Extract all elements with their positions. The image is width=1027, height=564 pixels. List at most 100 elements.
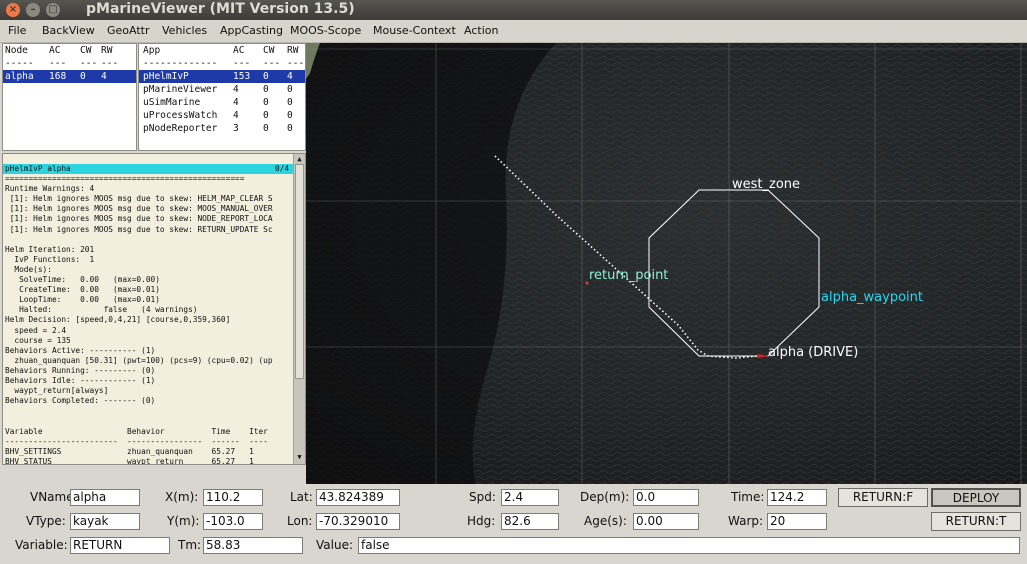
table-cell: 153 bbox=[233, 71, 251, 82]
report-line: Helm Iteration: 201 bbox=[5, 244, 95, 254]
scroll-thumb[interactable] bbox=[295, 164, 304, 379]
table-cell: 4 bbox=[233, 84, 239, 95]
menu-mouse-context[interactable]: Mouse-Context bbox=[373, 24, 456, 37]
node-row-alpha[interactable]: alpha 168 0 4 bbox=[3, 70, 136, 83]
menu-action[interactable]: Action bbox=[464, 24, 498, 37]
deploy-button[interactable]: DEPLOY bbox=[931, 488, 1021, 507]
app-table-header: App AC CW RW bbox=[139, 44, 305, 57]
table-cell: 4 bbox=[233, 110, 239, 121]
node-table-divider: ----- --- --- --- bbox=[3, 57, 136, 70]
app-row-usimmarine[interactable]: uSimMarine 4 0 0 bbox=[139, 96, 305, 109]
divider-text: ----- bbox=[5, 58, 34, 69]
report-header-count: 0/4 bbox=[275, 164, 290, 173]
report-scrollbar[interactable]: ▲ ▼ bbox=[293, 154, 305, 464]
report-line: [1]: Helm ignores MOOS msg due to skew: … bbox=[5, 214, 273, 224]
age-field[interactable]: 0.00 bbox=[633, 513, 699, 530]
report-line: LoopTime: 0.00 (max=0.01) bbox=[5, 295, 160, 305]
y-label: Y(m): bbox=[167, 514, 200, 528]
menu-moos-scope[interactable]: MOOS-Scope bbox=[290, 24, 361, 37]
table-cell: pMarineViewer bbox=[143, 84, 218, 95]
divider-text: --- bbox=[233, 58, 251, 69]
report-line: zhuan_quanquan [50.31] (pwt=100) (pcs=9)… bbox=[5, 355, 273, 365]
report-line: ------------------------ ---------------… bbox=[5, 436, 268, 446]
table-cell: 0 bbox=[263, 84, 269, 95]
hdg-field[interactable]: 82.6 bbox=[501, 513, 559, 530]
app-row-pnodereporter[interactable]: pNodeReporter 3 0 0 bbox=[139, 122, 305, 135]
return-t-button[interactable]: RETURN:T bbox=[931, 512, 1021, 531]
column-header: CW bbox=[80, 45, 92, 56]
lon-label: Lon: bbox=[287, 514, 313, 528]
table-cell: uSimMarine bbox=[143, 97, 201, 108]
tm-field[interactable]: 58.83 bbox=[203, 537, 303, 554]
app-row-uprocesswatch[interactable]: uProcessWatch 4 0 0 bbox=[139, 109, 305, 122]
minimize-window-icon[interactable]: – bbox=[26, 3, 40, 17]
table-cell: 4 bbox=[101, 71, 107, 82]
table-cell: uProcessWatch bbox=[143, 110, 218, 121]
report-line: course = 135 bbox=[5, 335, 71, 345]
dep-field[interactable]: 0.0 bbox=[633, 489, 699, 506]
report-line: ========================================… bbox=[5, 174, 245, 183]
app-row-phelmivp[interactable]: pHelmIvP 153 0 4 bbox=[139, 70, 305, 83]
report-line: Behaviors Completed: ------- (0) bbox=[5, 396, 156, 406]
table-cell: 168 bbox=[49, 71, 67, 82]
column-header: RW bbox=[101, 45, 113, 56]
vtype-field[interactable]: kayak bbox=[70, 513, 140, 530]
table-cell: 3 bbox=[233, 123, 239, 134]
spd-label: Spd: bbox=[469, 490, 496, 504]
table-cell: 0 bbox=[263, 123, 269, 134]
warp-field[interactable]: 20 bbox=[767, 513, 827, 530]
waypoint-label: alpha_waypoint bbox=[821, 290, 923, 305]
table-cell: 0 bbox=[80, 71, 86, 82]
divider-text: ------------- bbox=[143, 58, 218, 69]
divider-text: --- bbox=[287, 58, 305, 69]
report-line: waypt_return[always] bbox=[5, 386, 109, 396]
report-line: SolveTime: 0.00 (max=0.00) bbox=[5, 275, 160, 284]
column-header: AC bbox=[49, 45, 61, 56]
return-point-label: return_point bbox=[589, 268, 669, 283]
app-row-pmarineviewer[interactable]: pMarineViewer 4 0 0 bbox=[139, 83, 305, 96]
spd-field[interactable]: 2.4 bbox=[501, 489, 559, 506]
close-window-icon[interactable]: × bbox=[6, 3, 20, 17]
lon-field[interactable]: -70.329010 bbox=[316, 513, 400, 530]
scroll-down-icon[interactable]: ▼ bbox=[294, 452, 305, 462]
variable-field[interactable]: RETURN bbox=[70, 537, 170, 554]
vname-field[interactable]: alpha bbox=[70, 489, 140, 506]
y-field[interactable]: -103.0 bbox=[203, 513, 263, 530]
report-line: Halted: false (4 warnings) bbox=[5, 305, 198, 315]
map-view[interactable]: west_zone return_point alpha_waypoint al… bbox=[306, 43, 1027, 484]
report-line: CreateTime: 0.00 (max=0.01) bbox=[5, 285, 160, 295]
time-field[interactable]: 124.2 bbox=[767, 489, 827, 506]
column-header: AC bbox=[233, 45, 245, 56]
table-cell: 0 bbox=[263, 71, 269, 82]
report-header: pHelmIvP alpha 0/4 bbox=[3, 164, 295, 174]
time-label: Time: bbox=[731, 490, 765, 504]
column-header: Node bbox=[5, 45, 28, 56]
appcast-report-panel[interactable]: pHelmIvP alpha 0/4 =====================… bbox=[2, 153, 306, 465]
lat-label: Lat: bbox=[290, 490, 313, 504]
column-header: RW bbox=[287, 45, 299, 56]
return-f-button[interactable]: RETURN:F bbox=[838, 488, 928, 507]
menu-geoattr[interactable]: GeoAttr bbox=[107, 24, 150, 37]
vtype-label: VType: bbox=[26, 514, 66, 528]
column-header: CW bbox=[263, 45, 275, 56]
menu-vehicles[interactable]: Vehicles bbox=[162, 24, 207, 37]
menu-backview[interactable]: BackView bbox=[42, 24, 95, 37]
age-label: Age(s): bbox=[584, 514, 627, 528]
menu-appcasting[interactable]: AppCasting bbox=[220, 24, 283, 37]
report-line: speed = 2.4 bbox=[5, 325, 67, 335]
table-cell: 0 bbox=[287, 84, 293, 95]
report-line: BHV_SETTINGS zhuan_quanquan 65.27 1 bbox=[5, 446, 254, 456]
value-field[interactable]: false bbox=[358, 537, 1020, 554]
vehicle-label: alpha (DRIVE) bbox=[768, 345, 859, 360]
dep-label: Dep(m): bbox=[580, 490, 630, 504]
maximize-window-icon[interactable]: □ bbox=[46, 3, 60, 17]
variable-label: Variable: bbox=[15, 538, 68, 552]
tm-label: Tm: bbox=[178, 538, 202, 552]
x-field[interactable]: 110.2 bbox=[203, 489, 263, 506]
menu-file[interactable]: File bbox=[8, 24, 26, 37]
divider-text: --- bbox=[263, 58, 281, 69]
scroll-up-icon[interactable]: ▲ bbox=[294, 154, 305, 164]
table-cell: 0 bbox=[287, 97, 293, 108]
lat-field[interactable]: 43.824389 bbox=[316, 489, 400, 506]
table-cell: 0 bbox=[263, 97, 269, 108]
